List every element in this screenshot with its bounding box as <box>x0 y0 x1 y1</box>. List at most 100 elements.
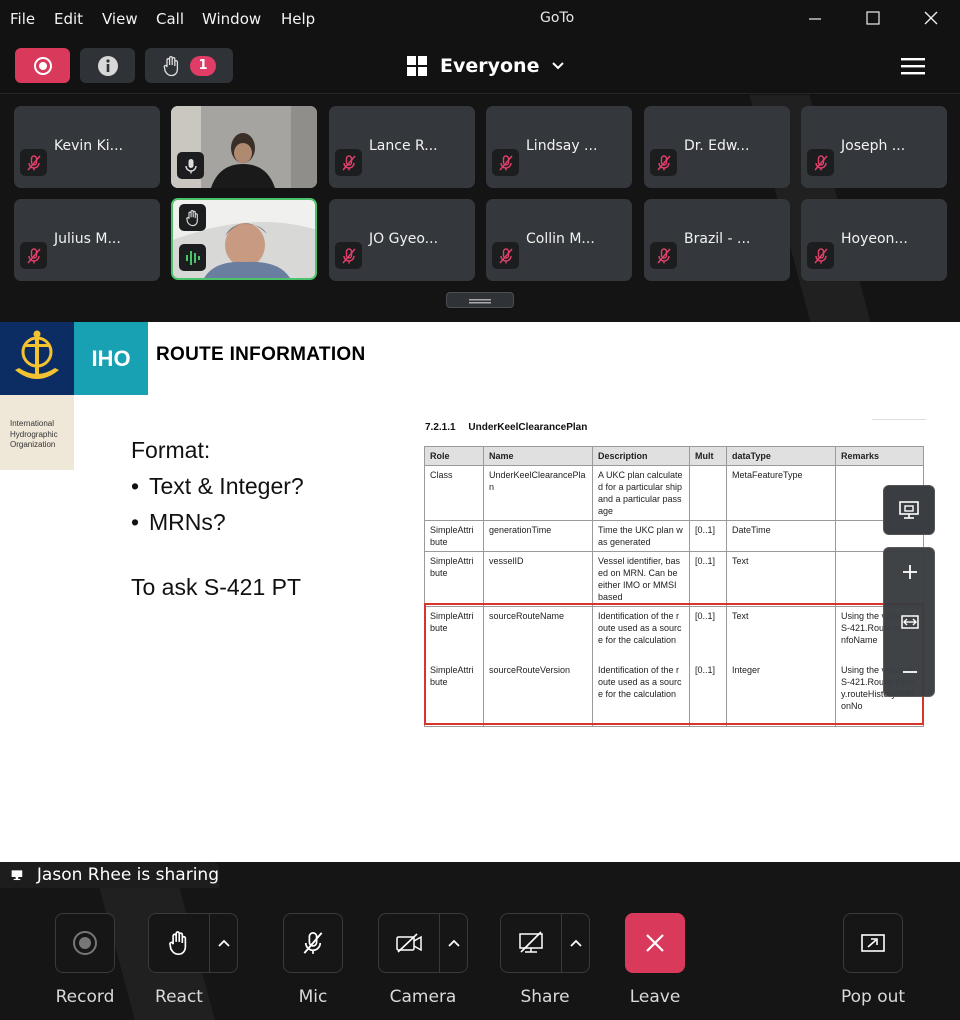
mic-muted-icon <box>813 247 828 263</box>
mic-muted-icon <box>498 247 513 263</box>
menu-view[interactable]: View <box>102 10 138 28</box>
chevron-up-icon <box>570 939 582 947</box>
meeting-info-button[interactable] <box>80 48 135 83</box>
raised-hands-count: 1 <box>190 55 216 76</box>
fit-to-width-button[interactable] <box>884 598 936 646</box>
minimize-button[interactable] <box>797 4 833 32</box>
mic-muted-badge <box>20 149 47 176</box>
column-header: Mult <box>689 446 727 466</box>
table-cell: Text <box>726 551 836 607</box>
react-options-button[interactable] <box>210 914 238 972</box>
close-button[interactable] <box>913 4 949 32</box>
participant-tile[interactable]: Dr. Edw... <box>644 106 790 188</box>
fit-width-icon <box>901 615 919 629</box>
raised-hands-button[interactable]: 1 <box>145 48 233 83</box>
bullet-item: MRNs? <box>131 504 304 540</box>
participant-tile[interactable]: Lindsay ... <box>486 106 632 188</box>
participant-tile[interactable]: Brazil - ... <box>644 199 790 281</box>
camera-button[interactable] <box>378 913 468 973</box>
bullet-text: MRNs? <box>149 509 226 535</box>
minimize-icon <box>809 18 821 20</box>
hand-icon <box>185 209 198 226</box>
participant-tile[interactable]: Julius M... <box>14 199 160 281</box>
zoom-in-button[interactable] <box>884 548 936 596</box>
record-button[interactable] <box>55 913 115 973</box>
camera-main[interactable] <box>379 914 439 972</box>
presentation-view-button[interactable] <box>883 485 935 535</box>
table-cell: [0..1] <box>689 606 727 661</box>
maximize-button[interactable] <box>855 4 891 32</box>
table-cell: Class <box>424 465 484 521</box>
mic-muted-badge <box>492 149 519 176</box>
stop-share-icon <box>519 931 543 953</box>
column-header: Name <box>483 446 593 466</box>
slide-title: ROUTE INFORMATION <box>156 344 366 365</box>
menu-file[interactable]: File <box>10 10 35 28</box>
iho-emblem-icon <box>15 330 59 379</box>
menu-edit[interactable]: Edit <box>54 10 83 28</box>
participant-tile[interactable]: Collin M... <box>486 199 632 281</box>
participant-tile[interactable]: Joseph ... <box>801 106 947 188</box>
participant-name: Collin M... <box>526 231 595 247</box>
menu-help[interactable]: Help <box>281 10 315 28</box>
table-cell: A UKC plan calculated for a particular s… <box>592 465 690 521</box>
participant-tile[interactable]: JO Gyeo... <box>329 199 475 281</box>
grid-resize-handle[interactable] <box>446 292 514 308</box>
spec-number: 7.2.1.1 <box>425 422 456 433</box>
mic-muted-icon <box>341 154 356 170</box>
table-cell: SimpleAttribute <box>424 606 484 661</box>
camera-label: Camera <box>389 987 457 1007</box>
menu-call[interactable]: Call <box>156 10 184 28</box>
mic-muted-icon <box>303 932 323 954</box>
table-cell: SimpleAttribute <box>424 660 484 727</box>
zoom-out-button[interactable] <box>884 648 936 696</box>
mic-muted-icon <box>498 154 513 170</box>
table-cell: Text <box>726 606 836 661</box>
recording-indicator-button[interactable] <box>15 48 70 83</box>
participant-name: Lindsay ... <box>526 138 598 154</box>
participant-tile[interactable]: Hoyeon... <box>801 199 947 281</box>
table-cell: MetaFeatureType <box>726 465 836 521</box>
participant-video-tile[interactable] <box>171 106 317 188</box>
bullet-text: Text & Integer? <box>149 473 304 499</box>
participant-name: Joseph ... <box>841 138 906 154</box>
participant-video-tile-speaking[interactable] <box>171 198 317 280</box>
iho-logo-text: IHO <box>74 322 148 395</box>
table-cell: sourceRouteName <box>483 606 593 661</box>
mic-muted-icon <box>656 247 671 263</box>
slide-note: To ask S-421 PT <box>131 574 302 600</box>
menu-window[interactable]: Window <box>202 10 261 28</box>
sharing-banner: Jason Rhee is sharing <box>0 862 219 888</box>
mic-muted-badge <box>492 242 519 269</box>
screen-share-icon <box>11 870 23 881</box>
participant-tile[interactable]: Kevin Ki... <box>14 106 160 188</box>
title-bar: File Edit View Call Window Help GoTo <box>0 0 960 36</box>
view-selector[interactable]: Everyone <box>406 55 565 77</box>
pop-out-icon <box>861 934 885 952</box>
record-label: Record <box>55 987 115 1007</box>
share-options-button[interactable] <box>562 914 590 972</box>
share-main[interactable] <box>501 914 561 972</box>
leave-button[interactable] <box>625 913 685 973</box>
view-label: Everyone <box>440 55 540 77</box>
organization-name: International Hydrographic Organization <box>0 395 74 470</box>
hamburger-icon <box>901 58 925 75</box>
table-row: SimpleAttribute generationTime Time the … <box>424 520 924 552</box>
react-button[interactable] <box>148 913 238 973</box>
table-cell: generationTime <box>483 520 593 552</box>
menu-button[interactable] <box>900 56 928 78</box>
sharing-banner-text: Jason Rhee is sharing <box>36 865 219 885</box>
grid-view-icon <box>407 56 427 76</box>
table-row: Class UnderKeelClearancePlan A UKC plan … <box>424 465 924 521</box>
table-cell: [0..1] <box>689 551 727 607</box>
react-main[interactable] <box>149 914 209 972</box>
participant-tile[interactable]: Lance R... <box>329 106 475 188</box>
pop-out-button[interactable] <box>843 913 903 973</box>
audio-level-icon <box>185 250 200 265</box>
camera-options-button[interactable] <box>440 914 468 972</box>
table-header-row: Role Name Description Mult dataType Rema… <box>424 446 924 466</box>
mic-button[interactable] <box>283 913 343 973</box>
record-icon <box>33 56 52 75</box>
share-button[interactable] <box>500 913 590 973</box>
participant-name: Hoyeon... <box>841 231 908 247</box>
